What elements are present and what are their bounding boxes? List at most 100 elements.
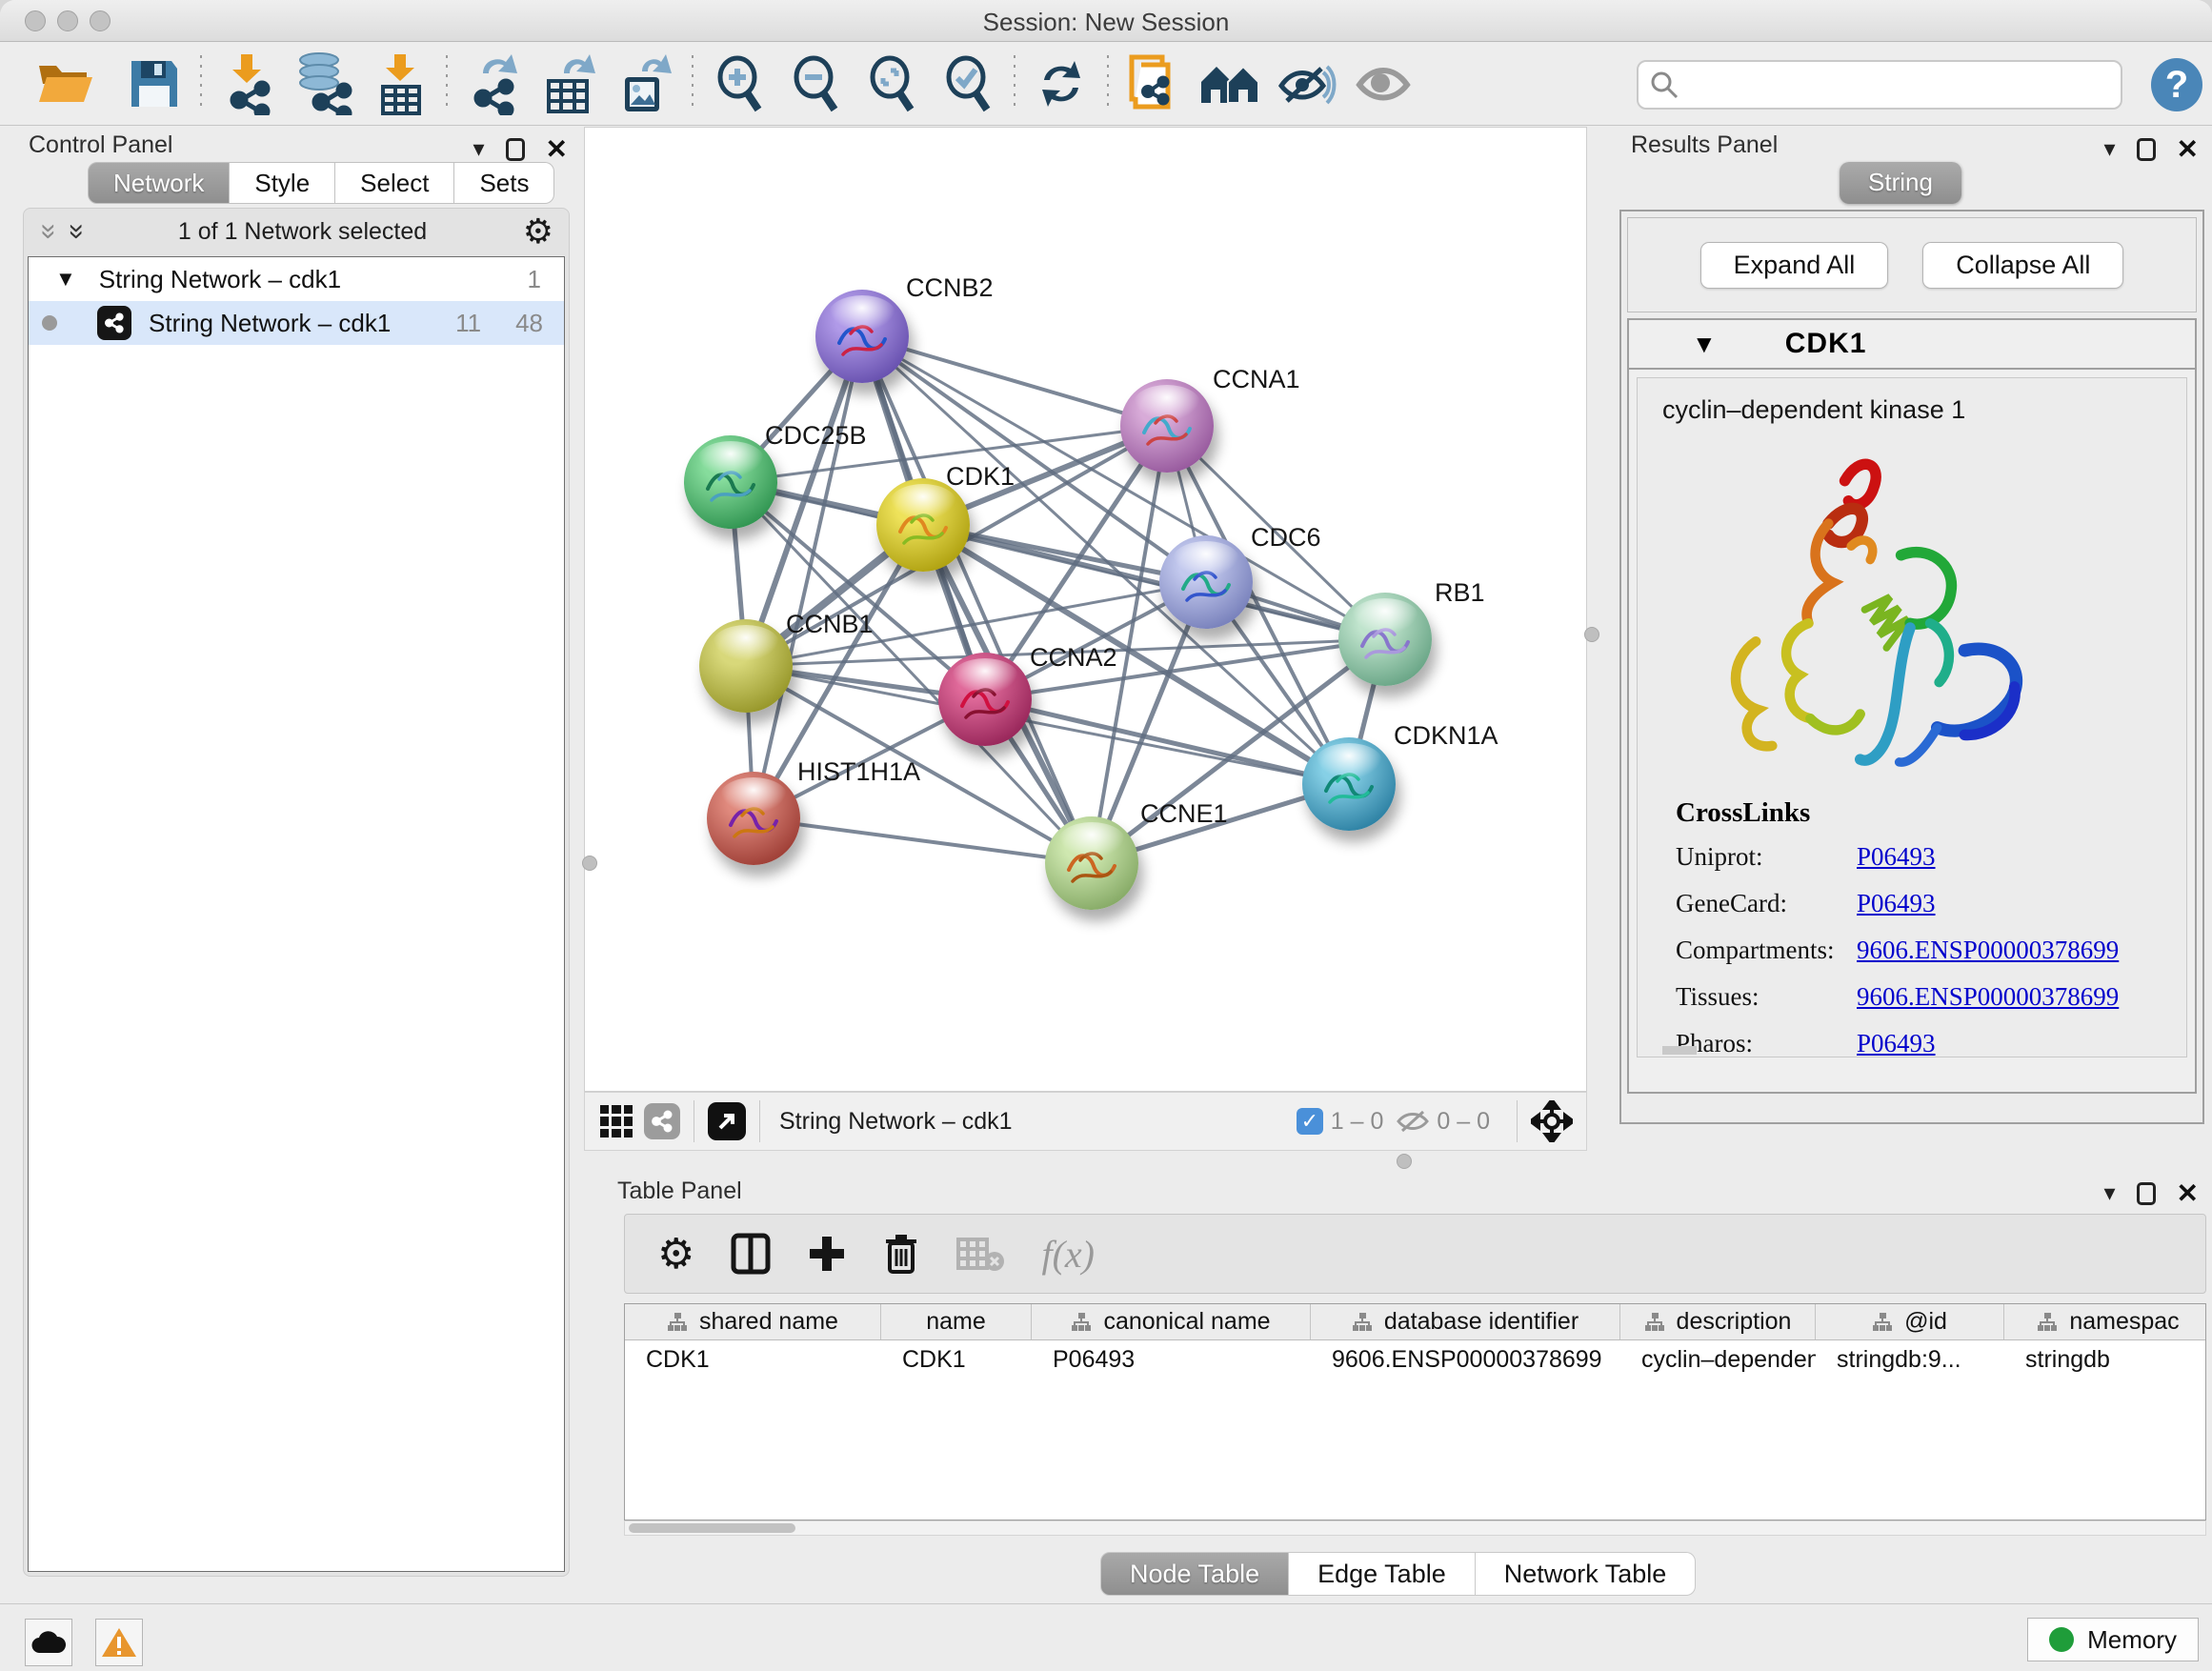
network-from-selection-button[interactable] — [1116, 50, 1193, 118]
zoom-selected-button[interactable] — [930, 50, 1006, 118]
export-image-button[interactable] — [608, 50, 684, 118]
tab-network-table[interactable]: Network Table — [1476, 1552, 1697, 1596]
table-cell[interactable]: P06493 — [1032, 1340, 1311, 1379]
column-header-shared-name[interactable]: shared name — [625, 1304, 881, 1339]
tab-sets[interactable]: Sets — [454, 162, 554, 204]
crosslink-link[interactable]: P06493 — [1857, 1029, 1936, 1058]
network-node-CDKN1A[interactable] — [1302, 737, 1396, 831]
refresh-view-button[interactable] — [1023, 50, 1099, 118]
first-neighbors-button[interactable] — [1193, 50, 1269, 118]
column-header-name[interactable]: name — [881, 1304, 1032, 1339]
gene-collapse-icon[interactable]: ▼ — [1692, 330, 1717, 359]
crosslinks-section: CrossLinks Uniprot:P06493GeneCard:P06493… — [1676, 797, 2119, 1076]
tab-select[interactable]: Select — [335, 162, 454, 204]
network-node-CDC25B[interactable] — [684, 435, 777, 529]
memory-button[interactable]: Memory — [2027, 1618, 2199, 1661]
table-options-gear-icon[interactable]: ⚙ — [657, 1230, 694, 1278]
results-panel-close-button[interactable]: ✕ — [2177, 133, 2199, 165]
network-node-CCNB1[interactable] — [699, 619, 793, 713]
open-session-button[interactable] — [27, 50, 103, 118]
network-canvas[interactable]: CCNB2CCNA1CDC25BCDK1CDC6RB1CCNB1CCNA2CDK… — [584, 127, 1587, 1092]
table-row[interactable]: CDK1CDK1P064939606.ENSP00000378699cyclin… — [625, 1340, 2205, 1379]
table-cell[interactable]: cyclin–dependent ... — [1620, 1340, 1816, 1379]
table-cell[interactable]: stringdb — [2004, 1340, 2206, 1379]
left-splitter-handle[interactable] — [582, 856, 597, 871]
expand-all-networks-icon[interactable]: « — [58, 224, 90, 240]
results-scrollbar-stub[interactable] — [1662, 1046, 1697, 1055]
table-panel-close-button[interactable]: ✕ — [2177, 1178, 2199, 1209]
tree-expander-icon[interactable]: ▼ — [55, 267, 76, 292]
collapse-all-button[interactable]: Collapse All — [1922, 242, 2123, 289]
selection-mode-crosshair-icon[interactable] — [1531, 1100, 1573, 1142]
crosslink-link[interactable]: P06493 — [1857, 842, 1936, 872]
network-node-CCNA1[interactable] — [1120, 379, 1214, 473]
network-node-CDK1[interactable] — [876, 478, 970, 572]
control-panel-menu-button[interactable]: ▾ — [473, 135, 484, 163]
column-header-canonical-name[interactable]: canonical name — [1032, 1304, 1311, 1339]
eye-button[interactable] — [1345, 50, 1421, 118]
birds-eye-view-icon[interactable] — [600, 1105, 633, 1137]
network-node-HIST1H1A[interactable] — [707, 772, 800, 865]
show-hide-details-button[interactable] — [1269, 50, 1345, 118]
delete-column-trash-icon[interactable] — [883, 1232, 919, 1276]
import-network-database-button[interactable] — [286, 50, 362, 118]
column-header--id[interactable]: @id — [1816, 1304, 2004, 1339]
table-horizontal-scrollbar[interactable] — [624, 1520, 2206, 1536]
table-cell[interactable]: CDK1 — [881, 1340, 1032, 1379]
results-panel-menu-button[interactable]: ▾ — [2103, 135, 2115, 163]
tab-style[interactable]: Style — [230, 162, 335, 204]
show-columns-icon[interactable] — [731, 1233, 771, 1275]
crosslink-label: Pharos: — [1676, 1029, 1857, 1058]
selected-items-checkbox[interactable]: ✓ — [1297, 1108, 1323, 1135]
tab-network[interactable]: Network — [88, 162, 230, 204]
tab-string[interactable]: String — [1840, 162, 1961, 204]
zoom-out-button[interactable] — [777, 50, 854, 118]
network-node-CCNA2[interactable] — [938, 653, 1032, 746]
network-node-CCNB2[interactable] — [815, 290, 909, 383]
network-node-CCNE1[interactable] — [1045, 816, 1138, 910]
hidden-counts: 0 – 0 — [1437, 1108, 1490, 1136]
tab-node-table[interactable]: Node Table — [1100, 1552, 1289, 1596]
open-in-new-window-icon[interactable] — [708, 1102, 746, 1140]
table-cell[interactable]: 9606.ENSP00000378699 — [1311, 1340, 1620, 1379]
zoom-fit-button[interactable] — [854, 50, 930, 118]
expand-all-button[interactable]: Expand All — [1700, 242, 1889, 289]
zoom-in-button[interactable] — [701, 50, 777, 118]
function-builder-icon[interactable]: f(x) — [1041, 1232, 1095, 1277]
results-panel-float-button[interactable] — [2137, 138, 2156, 161]
export-network-button[interactable] — [455, 50, 532, 118]
network-row[interactable]: String Network – cdk1 11 48 — [29, 301, 564, 345]
scrollbar-thumb[interactable] — [629, 1523, 795, 1533]
network-node-RB1[interactable] — [1338, 593, 1432, 686]
tab-edge-table[interactable]: Edge Table — [1289, 1552, 1476, 1596]
import-network-file-button[interactable] — [210, 50, 286, 118]
import-table-file-button[interactable] — [362, 50, 438, 118]
gene-section-header[interactable]: ▼ CDK1 — [1629, 320, 2195, 370]
crosslink-row: GeneCard:P06493 — [1676, 889, 2119, 918]
control-panel-close-button[interactable]: ✕ — [546, 133, 568, 165]
table-panel-float-button[interactable] — [2137, 1182, 2156, 1205]
cloud-status-button[interactable] — [25, 1619, 72, 1666]
help-button[interactable]: ? — [2151, 58, 2202, 111]
network-node-CDC6[interactable] — [1159, 535, 1253, 629]
crosslink-link[interactable]: P06493 — [1857, 889, 1936, 918]
control-panel-float-button[interactable] — [506, 138, 525, 161]
table-cell[interactable]: stringdb:9... — [1816, 1340, 2004, 1379]
warnings-button[interactable] — [95, 1619, 143, 1666]
column-header-namespac[interactable]: namespac — [2004, 1304, 2206, 1339]
status-bar: Memory — [0, 1603, 2212, 1671]
delete-table-icon[interactable] — [955, 1235, 1005, 1273]
column-header-description[interactable]: description — [1620, 1304, 1816, 1339]
network-share-icon[interactable] — [644, 1103, 680, 1139]
table-panel-menu-button[interactable]: ▾ — [2103, 1179, 2115, 1207]
network-options-gear-icon[interactable]: ⚙ — [523, 211, 553, 252]
add-column-icon[interactable] — [807, 1234, 847, 1274]
save-session-button[interactable] — [116, 50, 192, 118]
search-input[interactable] — [1637, 60, 2122, 110]
column-header-database-identifier[interactable]: database identifier — [1311, 1304, 1620, 1339]
table-cell[interactable]: CDK1 — [625, 1340, 881, 1379]
crosslink-link[interactable]: 9606.ENSP00000378699 — [1857, 982, 2119, 1012]
crosslink-link[interactable]: 9606.ENSP00000378699 — [1857, 936, 2119, 965]
export-table-button[interactable] — [532, 50, 608, 118]
network-collection-row[interactable]: ▼ String Network – cdk1 1 — [29, 257, 564, 301]
